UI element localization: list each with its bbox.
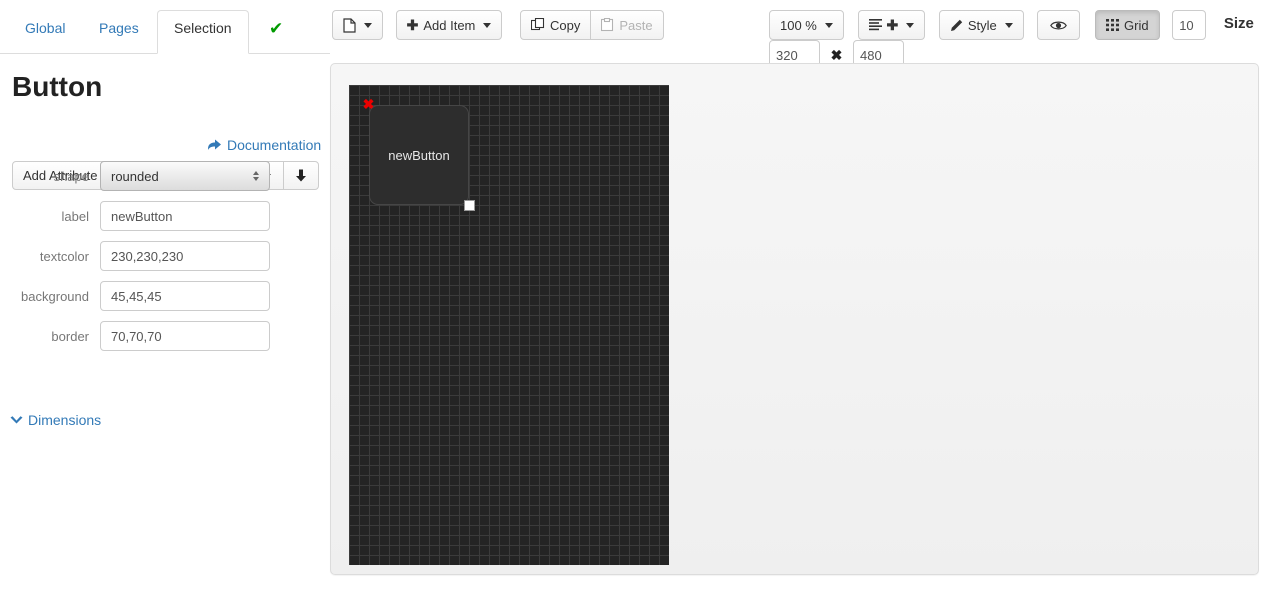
- add-item-button[interactable]: ✚ Add Item: [395, 10, 503, 40]
- design-canvas[interactable]: newButton ✖: [349, 85, 669, 565]
- textcolor-input[interactable]: 230,230,230: [100, 241, 270, 271]
- share-icon: [207, 138, 222, 152]
- field-label-border: border: [51, 328, 89, 344]
- shape-select-value: rounded: [111, 168, 159, 184]
- chevron-down-icon: [906, 22, 915, 28]
- canvas-panel: newButton ✖: [330, 63, 1259, 575]
- eye-icon: [1050, 20, 1068, 31]
- grid-toggle-label: Grid: [1124, 17, 1149, 33]
- field-label-textcolor: textcolor: [39, 248, 89, 264]
- top-bar: Global Pages Selection ✔ ✚ Add Item Copy…: [0, 0, 1267, 70]
- copy-icon: [531, 18, 545, 32]
- border-input-value: 70,70,70: [111, 328, 162, 344]
- zoom-level-label: 100 %: [780, 17, 817, 33]
- field-label-background: background: [21, 288, 89, 304]
- chevron-down-icon: [10, 415, 23, 425]
- tab-pages[interactable]: Pages: [82, 10, 156, 54]
- field-row-textcolor: textcolor 230,230,230: [0, 241, 300, 271]
- label-input[interactable]: newButton: [100, 201, 270, 231]
- documentation-link[interactable]: Documentation: [207, 137, 321, 153]
- zoom-level-button[interactable]: 100 %: [769, 10, 844, 40]
- stepper-icon: [253, 171, 259, 181]
- clipboard-button-group: Copy Paste: [520, 10, 664, 40]
- resize-handle[interactable]: [464, 200, 475, 211]
- textcolor-input-value: 230,230,230: [111, 248, 184, 264]
- paste-label: Paste: [619, 17, 653, 33]
- tab-selection[interactable]: Selection: [157, 10, 249, 54]
- tab-strip: Global Pages Selection ✔: [0, 0, 330, 54]
- copy-button[interactable]: Copy: [520, 10, 592, 40]
- tab-validation-check[interactable]: ✔: [252, 10, 300, 54]
- copy-label: Copy: [550, 17, 581, 33]
- pencil-icon: [950, 19, 963, 32]
- background-input[interactable]: 45,45,45: [100, 281, 270, 311]
- properties-panel: Button Documentation Add Attribute Style: [0, 54, 330, 593]
- style-menu-label: Style: [967, 17, 997, 33]
- chevron-down-icon: [824, 22, 833, 28]
- add-item-label: Add Item: [423, 17, 476, 33]
- field-row-border: border 70,70,70: [0, 321, 300, 351]
- delete-handle-icon[interactable]: ✖: [362, 97, 375, 111]
- page-title: Button: [12, 71, 103, 102]
- style-menu-button[interactable]: Style: [938, 10, 1024, 40]
- plus-icon: ✚: [406, 17, 419, 33]
- canvas-widget-label: newButton: [388, 147, 450, 163]
- documentation-label: Documentation: [227, 137, 322, 153]
- grid-step-input[interactable]: [1172, 10, 1207, 40]
- preview-button[interactable]: [1037, 10, 1081, 40]
- grid-toggle-button[interactable]: Grid: [1095, 10, 1160, 40]
- canvas-widget-button[interactable]: newButton: [369, 105, 469, 205]
- toolbar-left: ✚ Add Item Copy Paste: [332, 10, 664, 40]
- dimensions-toggle[interactable]: Dimensions: [10, 412, 101, 428]
- field-row-background: background 45,45,45: [0, 281, 300, 311]
- chevron-down-icon: [364, 22, 372, 28]
- background-input-value: 45,45,45: [111, 288, 162, 304]
- label-input-value: newButton: [111, 208, 173, 224]
- align-icon: [868, 19, 882, 31]
- size-label: Size: [1223, 15, 1254, 33]
- field-label-label: label: [61, 208, 89, 224]
- tab-global[interactable]: Global: [8, 10, 82, 54]
- paste-button[interactable]: Paste: [590, 10, 664, 40]
- file-icon: [343, 17, 356, 33]
- dimensions-label: Dimensions: [28, 412, 102, 428]
- field-row-shape: shape rounded: [0, 161, 300, 191]
- field-label-shape: shape: [53, 168, 89, 184]
- grid-icon: [1106, 19, 1120, 31]
- move-arrows-icon: ✚: [886, 17, 899, 33]
- size-separator-icon: ✖: [830, 46, 843, 63]
- field-row-label: label newButton: [0, 201, 300, 231]
- chevron-down-icon: [483, 22, 492, 28]
- shape-select[interactable]: rounded: [100, 161, 270, 191]
- file-menu-button[interactable]: [332, 10, 383, 40]
- paste-icon: [601, 18, 614, 32]
- chevron-down-icon: [1004, 22, 1013, 28]
- toolbar-right: 100 % ✚ Style Grid 10 Size 320 ✖ 480: [769, 10, 1267, 70]
- border-input[interactable]: 70,70,70: [100, 321, 270, 351]
- align-move-button[interactable]: ✚: [857, 10, 926, 40]
